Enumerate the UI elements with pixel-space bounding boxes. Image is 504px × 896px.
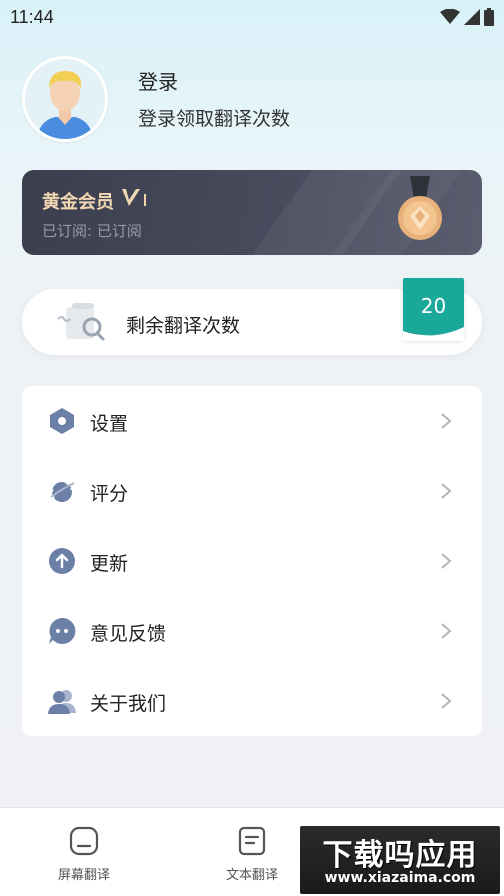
page-curl-decoration	[403, 327, 464, 341]
status-icons	[440, 8, 494, 26]
menu-item-label: 更新	[90, 553, 129, 575]
nav-screen-translate[interactable]: 屏幕翻译	[39, 826, 129, 883]
remaining-count: 20	[420, 294, 447, 318]
chat-bubble-icon	[49, 617, 76, 644]
chevron-right-icon	[441, 693, 452, 709]
nav-text-translate[interactable]: 文本翻译	[207, 826, 297, 883]
document-icon	[238, 826, 266, 856]
settings-menu: 设置 评分 更新 意见反馈 关于我们	[22, 386, 482, 736]
chevron-right-icon	[441, 413, 452, 429]
nav-label: 屏幕翻译	[57, 868, 110, 883]
chevron-right-icon	[441, 483, 452, 499]
users-icon	[48, 690, 76, 714]
avatar-person-icon	[25, 59, 105, 139]
status-bar: 11:44	[0, 0, 504, 34]
chevron-right-icon	[441, 623, 452, 639]
status-time: 11:44	[10, 6, 54, 27]
menu-item-update[interactable]: 更新	[22, 526, 482, 596]
menu-item-label: 意见反馈	[90, 623, 167, 645]
arrow-up-icon	[49, 548, 75, 574]
remaining-count-badge: 20	[403, 278, 464, 341]
scroll-search-icon	[57, 303, 105, 341]
medal-icon	[398, 176, 442, 240]
gear-icon	[50, 408, 74, 434]
login-subtitle: 登录领取翻译次数	[138, 108, 291, 130]
menu-item-rating[interactable]: 评分	[22, 456, 482, 526]
vip-badge-icon	[122, 189, 146, 206]
signal-icon	[464, 9, 480, 25]
menu-item-label: 关于我们	[90, 693, 167, 715]
menu-item-settings[interactable]: 设置	[22, 386, 482, 456]
menu-item-feedback[interactable]: 意见反馈	[22, 596, 482, 666]
chevron-right-icon	[441, 553, 452, 569]
remaining-label: 剩余翻译次数	[126, 315, 241, 337]
vip-status: 已订阅: 已订阅	[42, 222, 142, 240]
watermark-logo: 下载吗应用 www.xiazaima.com	[300, 826, 500, 894]
planet-icon	[48, 482, 76, 502]
vip-card[interactable]: 黄金会员 已订阅: 已订阅	[22, 170, 482, 255]
menu-item-label: 设置	[90, 413, 129, 435]
login-title[interactable]: 登录	[138, 66, 178, 95]
nav-label: 文本翻译	[225, 868, 278, 883]
menu-item-about[interactable]: 关于我们	[22, 666, 482, 736]
watermark-url: www.xiazaima.com	[324, 870, 476, 886]
avatar[interactable]	[22, 56, 108, 142]
profile-section[interactable]: 登录 登录领取翻译次数	[22, 56, 482, 142]
wifi-icon	[440, 9, 460, 24]
screen-icon	[69, 826, 99, 856]
vip-title: 黄金会员	[42, 192, 114, 213]
battery-icon	[484, 8, 494, 26]
menu-item-label: 评分	[90, 483, 129, 505]
watermark-title: 下载吗应用	[322, 838, 478, 873]
